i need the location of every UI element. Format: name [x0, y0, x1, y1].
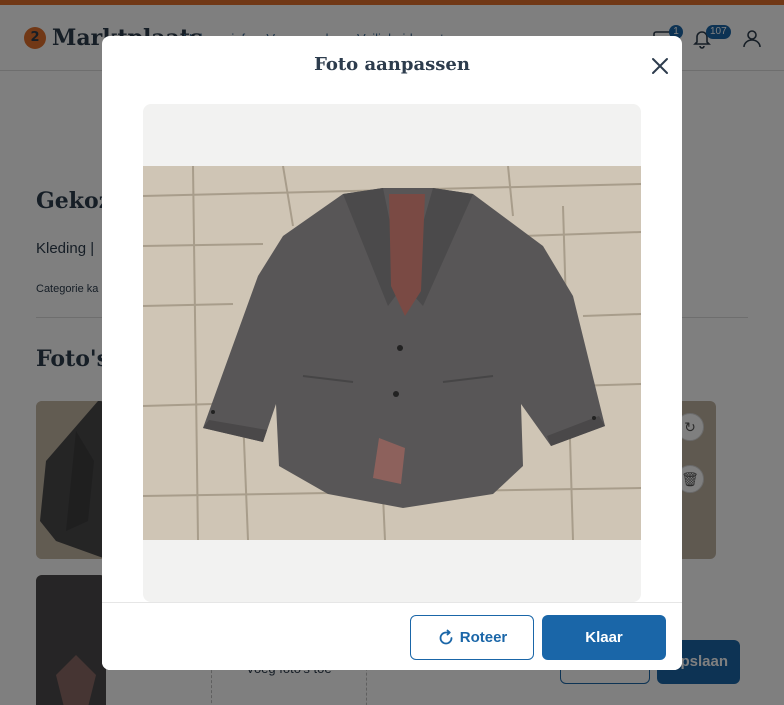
done-button[interactable]: Klaar: [542, 615, 666, 660]
modal-footer: Roteer Klaar: [102, 602, 682, 670]
photo-crop-stage[interactable]: [143, 104, 641, 602]
rotate-icon: [439, 629, 453, 644]
modal-title: Foto aanpassen: [314, 54, 470, 75]
photo-edit-modal: Foto aanpassen Roteer Klaar: [102, 36, 682, 670]
rotate-button[interactable]: Roteer: [410, 615, 534, 660]
rotate-button-label: Roteer: [459, 629, 508, 646]
jacket-photo: [143, 166, 641, 540]
close-icon[interactable]: [647, 53, 673, 79]
done-button-label: Klaar: [585, 629, 623, 646]
